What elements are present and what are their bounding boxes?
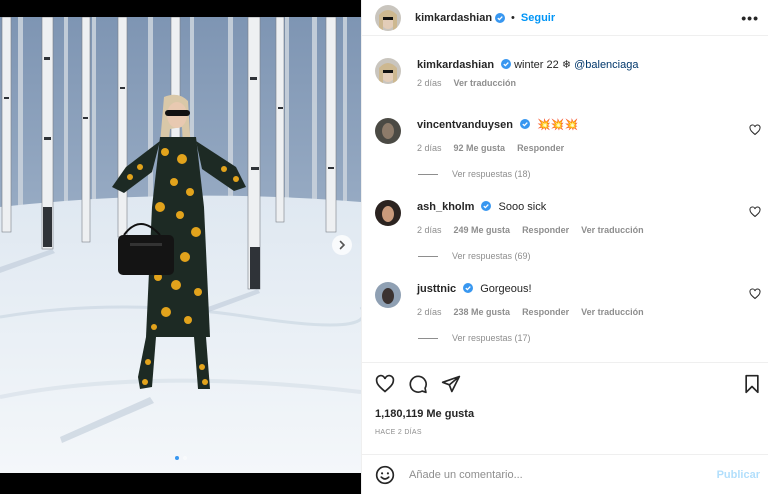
comment-age[interactable]: 2 días: [417, 225, 442, 235]
media-dot-active: [174, 456, 179, 460]
like-heart-icon[interactable]: [375, 374, 395, 394]
follow-button[interactable]: Seguir: [521, 12, 555, 24]
commenter-avatar[interactable]: [375, 200, 401, 226]
author-username[interactable]: kimkardashian: [415, 12, 492, 24]
verified-badge-icon: [481, 201, 492, 211]
caption-age[interactable]: 2 días: [417, 78, 442, 88]
reply-button[interactable]: Responder: [517, 143, 564, 153]
caption-translate-link[interactable]: Ver traducción: [454, 78, 517, 88]
like-comment-heart-icon[interactable]: [749, 288, 761, 300]
comment-input[interactable]: [409, 468, 689, 481]
commenter-avatar[interactable]: [375, 118, 401, 144]
commenter-username[interactable]: ash_kholm: [417, 201, 474, 213]
photo-illustration: [0, 17, 361, 473]
comment-likes[interactable]: 92 Me gusta: [454, 143, 506, 153]
comment-item: vincentvanduysen 💥💥💥 2 días 92 Me gusta …: [362, 106, 768, 188]
caption: kimkardashian winter 22 ❄ @balenciaga 2 …: [362, 44, 768, 106]
comment-text: Gorgeous!: [480, 283, 532, 295]
like-comment-heart-icon[interactable]: [749, 124, 761, 136]
verified-badge-icon: [495, 12, 506, 23]
commenter-avatar[interactable]: [375, 282, 401, 308]
reply-button[interactable]: Responder: [522, 225, 569, 235]
replies-line: [418, 255, 438, 257]
view-replies-label: Ver respuestas (69): [452, 251, 531, 261]
comment-likes[interactable]: 249 Me gusta: [454, 225, 511, 235]
emoji-smiley-icon[interactable]: [375, 465, 395, 485]
replies-line: [418, 337, 438, 339]
header-separator: •: [511, 11, 515, 24]
view-replies-button[interactable]: Ver respuestas (18): [418, 169, 768, 179]
post-actions: 1,180,119 Me gusta: [362, 362, 768, 422]
save-bookmark-icon[interactable]: [743, 374, 761, 394]
chevron-right-icon: [339, 240, 346, 250]
comment-translate-link[interactable]: Ver traducción: [581, 307, 644, 317]
view-replies-label: Ver respuestas (17): [452, 333, 531, 343]
comment-item: ash_kholm Sooo sick 2 días 249 Me gusta …: [362, 188, 768, 270]
more-options-icon[interactable]: •••: [741, 10, 759, 26]
media-dot: [182, 456, 187, 460]
publish-button[interactable]: Publicar: [717, 469, 760, 481]
commenter-username[interactable]: justtnic: [417, 283, 456, 295]
like-comment-heart-icon[interactable]: [749, 206, 761, 218]
verified-badge-icon: [501, 59, 512, 69]
comments-list: kimkardashian winter 22 ❄ @balenciaga 2 …: [362, 44, 768, 352]
author-avatar[interactable]: [375, 4, 401, 31]
likes-count[interactable]: 1,180,119 Me gusta: [375, 408, 474, 420]
caption-avatar[interactable]: [375, 58, 401, 84]
snowflake-emoji: ❄: [561, 59, 572, 71]
post-viewer: kimkardashian • Seguir ••• kimkardashian…: [0, 0, 768, 494]
post-header: kimkardashian • Seguir •••: [362, 0, 768, 36]
replies-line: [418, 173, 438, 175]
comment-age[interactable]: 2 días: [417, 143, 442, 153]
verified-badge-icon: [463, 283, 474, 293]
comment-age[interactable]: 2 días: [417, 307, 442, 317]
media-pagination: [0, 456, 361, 460]
share-send-icon[interactable]: [441, 374, 461, 394]
comment-item: justtnic Gorgeous! 2 días 238 Me gusta R…: [362, 270, 768, 352]
view-replies-label: Ver respuestas (18): [452, 169, 531, 179]
view-replies-button[interactable]: Ver respuestas (69): [418, 251, 768, 261]
comment-composer: Publicar: [362, 454, 768, 494]
commenter-username[interactable]: vincentvanduysen: [417, 119, 513, 131]
comment-likes[interactable]: 238 Me gusta: [454, 307, 511, 317]
post-side-panel: kimkardashian • Seguir ••• kimkardashian…: [361, 0, 768, 494]
comment-bubble-icon[interactable]: [408, 374, 428, 394]
view-replies-button[interactable]: Ver respuestas (17): [418, 333, 768, 343]
comment-text: Sooo sick: [498, 201, 547, 213]
verified-badge-icon: [519, 119, 530, 129]
post-date[interactable]: HACE 2 DÍAS: [375, 429, 422, 436]
caption-text: winter 22: [514, 59, 559, 71]
caption-username[interactable]: kimkardashian: [417, 59, 494, 71]
next-photo-button[interactable]: [332, 235, 352, 255]
post-media: [0, 0, 361, 494]
reply-button[interactable]: Responder: [522, 307, 569, 317]
comment-text: 💥💥💥: [537, 119, 579, 131]
post-photo[interactable]: [0, 17, 361, 473]
comment-translate-link[interactable]: Ver traducción: [581, 225, 644, 235]
caption-mention-link[interactable]: @balenciaga: [574, 59, 638, 71]
